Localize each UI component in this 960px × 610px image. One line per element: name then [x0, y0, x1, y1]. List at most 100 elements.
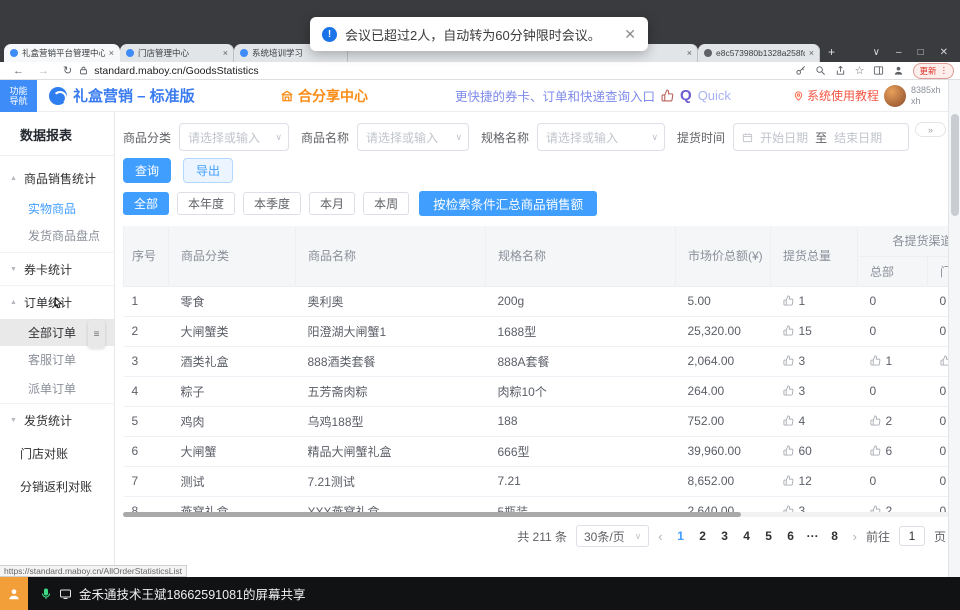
- promo-text: 更快捷的券卡、订单和快递查询入口: [455, 86, 655, 105]
- vertical-scrollbar[interactable]: [948, 80, 960, 577]
- filter-collapse-button[interactable]: »: [915, 122, 946, 137]
- share-center-link[interactable]: 合分享中心: [280, 86, 368, 106]
- address-bar: ← → ↻ standard.maboy.cn/GoodsStatistics …: [0, 62, 960, 80]
- tab-close-icon[interactable]: ×: [109, 48, 114, 58]
- sidebar-group-goods-sales[interactable]: ▲ 商品销售统计: [0, 162, 114, 195]
- page-number[interactable]: 1: [672, 529, 690, 543]
- goods-name-select[interactable]: 请选择或输入 ∨: [357, 123, 469, 151]
- browser-tab-1[interactable]: 礼盒营销平台管理中心 ×: [4, 44, 120, 62]
- back-icon[interactable]: ←: [13, 65, 24, 77]
- toast-close-icon[interactable]: ✕: [624, 26, 636, 43]
- tab-search-icon[interactable]: ∨: [873, 47, 880, 58]
- horizontal-scrollbar[interactable]: [123, 512, 950, 517]
- quick-label: Quick: [698, 88, 731, 103]
- menu-icon: ≡: [94, 329, 100, 340]
- caret-up-icon: ▲: [10, 175, 18, 182]
- tab-close-icon[interactable]: ×: [223, 48, 228, 58]
- next-page-icon[interactable]: ›: [853, 529, 857, 544]
- browser-tab-2[interactable]: 门店管理中心 ×: [120, 44, 234, 62]
- page-number[interactable]: 2: [694, 529, 712, 543]
- reload-icon[interactable]: ↻: [63, 64, 72, 77]
- table-row: 2大闸蟹类阳澄湖大闸蟹11688型25,320.001500: [124, 316, 951, 346]
- globe-favicon: [704, 49, 712, 57]
- window-close-button[interactable]: ✕: [940, 47, 948, 58]
- bookmark-star-icon[interactable]: ☆: [855, 64, 865, 77]
- sidebar-group-coupon-stats[interactable]: ▼ 券卡统计: [0, 253, 114, 286]
- category-select[interactable]: 请选择或输入 ∨: [179, 123, 289, 151]
- hscroll-thumb[interactable]: [123, 512, 741, 517]
- mouse-cursor: [50, 297, 64, 313]
- sidebar-item-shipment-check[interactable]: 发货商品盘点: [0, 222, 114, 253]
- tab-favicon: [240, 49, 248, 57]
- participant-icon[interactable]: [0, 577, 28, 610]
- goto-page-input[interactable]: 1: [899, 526, 925, 546]
- side-panel-icon[interactable]: [873, 65, 884, 76]
- tab-this-week[interactable]: 本周: [363, 192, 409, 215]
- minimize-button[interactable]: –: [896, 47, 902, 58]
- date-separator: 至: [815, 129, 827, 146]
- table-cell: 0: [928, 376, 951, 406]
- page-ellipsis[interactable]: ···: [804, 529, 822, 543]
- thumb-icon: [783, 475, 794, 486]
- pickup-date-range[interactable]: 开始日期 至 结束日期: [733, 123, 909, 151]
- table-cell: 奥利奥: [296, 286, 486, 316]
- user-menu[interactable]: 8385xhxh: [884, 85, 941, 107]
- share-icon[interactable]: [835, 65, 846, 76]
- table-cell: 酒类礼盒: [169, 346, 296, 376]
- search-button[interactable]: 查询: [123, 158, 171, 183]
- table-cell: 7: [124, 466, 169, 496]
- sidebar-collapse-handle[interactable]: ≡: [88, 320, 105, 348]
- tab-close-icon[interactable]: ×: [809, 48, 814, 58]
- sidebar-item-dispatch-orders[interactable]: 派单订单: [0, 373, 114, 404]
- quick-search-entry[interactable]: 更快捷的券卡、订单和快递查询入口 Q Quick: [455, 86, 731, 105]
- table-cell: 752.00: [676, 406, 771, 436]
- total-count: 共 211 条: [517, 528, 567, 545]
- page-size-select[interactable]: 30条/页 ∨: [576, 525, 649, 547]
- table-cell: 888酒类套餐: [296, 346, 486, 376]
- table-cell: 0: [928, 406, 951, 436]
- export-button[interactable]: 导出: [183, 158, 233, 183]
- forward-icon[interactable]: →: [38, 65, 49, 77]
- table-cell: 测试: [169, 466, 296, 496]
- table-cell: 5.00: [676, 286, 771, 316]
- vscroll-thumb[interactable]: [951, 114, 959, 216]
- page-number[interactable]: 8: [826, 529, 844, 543]
- summary-by-criteria-button[interactable]: 按检索条件汇总商品销售额: [419, 191, 597, 216]
- browser-tab-5[interactable]: e8c573980b1328a258fd2e6f8 ×: [698, 44, 820, 62]
- tab-this-quarter[interactable]: 本季度: [243, 192, 301, 215]
- maximize-button[interactable]: □: [918, 47, 924, 58]
- status-url-tooltip: https://standard.maboy.cn/AllOrderStatis…: [0, 565, 187, 577]
- sidebar-item-physical-goods[interactable]: 实物商品: [0, 195, 114, 222]
- url-text[interactable]: standard.maboy.cn/GoodsStatistics: [94, 65, 258, 77]
- pickup-count-cell: 12: [771, 466, 858, 496]
- table-header: 序号 商品分类 商品名称 规格名称 市场价总额(¥) 提货总量 各提货渠道 总部…: [124, 226, 951, 286]
- prev-page-icon[interactable]: ‹: [658, 529, 662, 544]
- col-group-channels: 各提货渠道: [858, 226, 951, 256]
- page-number[interactable]: 3: [716, 529, 734, 543]
- table-row: 8燕窝礼盒XXX燕窝礼盒5瓶装2,640.00320: [124, 496, 951, 512]
- chrome-menu-icon[interactable]: ⋮: [940, 65, 949, 76]
- spec-name-select[interactable]: 请选择或输入 ∨: [537, 123, 665, 151]
- sidebar-item-store-reconciliation[interactable]: 门店对账: [0, 437, 114, 470]
- zoom-icon[interactable]: [815, 65, 826, 76]
- microphone-icon: [40, 588, 52, 600]
- sidebar-item-distribution-rebate[interactable]: 分销返利对账: [0, 470, 114, 503]
- sidebar-item-service-orders[interactable]: 客服订单: [0, 346, 114, 373]
- thumb-icon: [783, 505, 794, 512]
- tab-all[interactable]: 全部: [123, 192, 169, 215]
- table-body: 1零食奥利奥200g5.001002大闸蟹类阳澄湖大闸蟹11688型25,320…: [124, 286, 951, 512]
- key-icon[interactable]: [795, 65, 806, 76]
- tutorial-link[interactable]: 系统使用教程: [793, 87, 879, 104]
- sidebar-group-delivery-stats[interactable]: ▼ 发货统计: [0, 404, 114, 437]
- tab-close-icon[interactable]: ×: [687, 48, 692, 58]
- chrome-update-button[interactable]: 更新 ⋮: [913, 63, 954, 79]
- function-nav-button[interactable]: 功能 导航: [0, 80, 37, 112]
- tab-this-year[interactable]: 本年度: [177, 192, 235, 215]
- page-number[interactable]: 5: [760, 529, 778, 543]
- tab-this-month[interactable]: 本月: [309, 192, 355, 215]
- profile-icon[interactable]: [893, 65, 904, 76]
- app-header: 功能 导航 礼盒营销 – 标准版 合分享中心 更快捷的券卡、订单和快递查询入口 …: [0, 80, 960, 112]
- page-number[interactable]: 4: [738, 529, 756, 543]
- page-number[interactable]: 6: [782, 529, 800, 543]
- new-tab-button[interactable]: +: [828, 45, 835, 59]
